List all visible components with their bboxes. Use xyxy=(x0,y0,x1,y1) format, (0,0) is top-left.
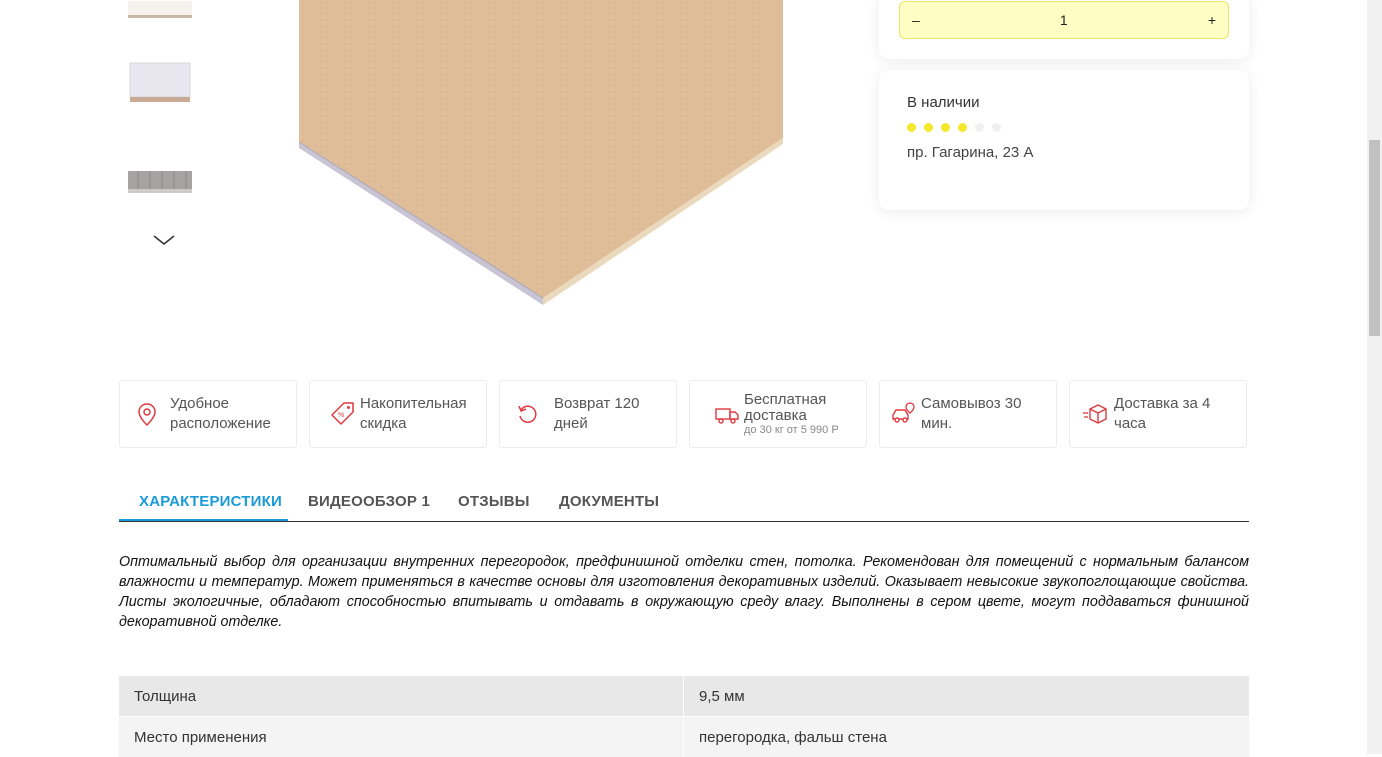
stock-level-dot xyxy=(958,123,967,132)
feature-label: Накопительная скидка xyxy=(360,395,467,432)
thumbnail-image xyxy=(129,62,191,102)
increase-button[interactable]: + xyxy=(1208,12,1216,28)
feature-label: Удобное расположение xyxy=(170,395,271,432)
stock-level-indicator xyxy=(907,123,1001,132)
feature-fast-delivery: Доставка за 4 часа xyxy=(1069,380,1247,448)
feature-free-delivery: Бесплатная доставка до 30 кг от 5 990 Р xyxy=(689,380,867,448)
feature-discount: % Накопительная скидка xyxy=(309,380,487,448)
stock-level-dot xyxy=(924,123,933,132)
scrollbar-thumb[interactable] xyxy=(1369,140,1380,336)
spec-name: Толщина xyxy=(134,687,197,705)
spec-value: перегородка, фальш стена xyxy=(683,717,1249,757)
quantity-value[interactable]: 1 xyxy=(1060,12,1068,28)
thumbnail-1[interactable] xyxy=(119,0,201,22)
store-address[interactable]: пр. Гагарина, 23 А xyxy=(907,144,1033,161)
spec-value: 9,5 мм xyxy=(683,676,1249,716)
tab-reviews[interactable]: ОТЗЫВЫ xyxy=(458,493,530,510)
product-image xyxy=(230,0,850,360)
product-description: Оптимальный выбор для организации внутре… xyxy=(119,554,1249,630)
decrease-button[interactable]: – xyxy=(912,12,920,28)
quantity-stepper: – 1 + xyxy=(899,1,1229,39)
stock-level-dot xyxy=(907,123,916,132)
delivery-truck-icon xyxy=(714,401,740,427)
stock-status: В наличии xyxy=(907,94,980,111)
table-row: Место применения перегородка, фальш стен… xyxy=(119,717,1249,757)
box-delivery-icon xyxy=(1082,401,1108,427)
thumbnail-3[interactable] xyxy=(119,142,201,214)
thumbnail-image xyxy=(128,171,192,193)
feature-label: Возврат 120 дней xyxy=(554,395,640,432)
tab-video-review[interactable]: ВИДЕООБЗОР 1 xyxy=(308,493,430,510)
feature-return: Возврат 120 дней xyxy=(499,380,677,448)
thumbnail-image xyxy=(128,1,192,18)
feature-label: Доставка за 4 часа xyxy=(1114,395,1211,432)
discount-tag-icon: % xyxy=(330,401,356,427)
feature-label: Бесплатная доставка xyxy=(744,390,827,424)
table-row: Толщина 9,5 мм xyxy=(119,676,1249,716)
spec-name: Место применения xyxy=(134,728,267,746)
stock-level-dot xyxy=(992,123,1001,132)
feature-sublabel: до 30 кг от 5 990 Р xyxy=(744,423,839,436)
svg-text:%: % xyxy=(338,412,344,419)
chevron-down-icon[interactable] xyxy=(152,232,176,248)
car-pickup-icon xyxy=(890,401,916,427)
location-pin-icon xyxy=(134,401,160,427)
tab-characteristics[interactable]: ХАРАКТЕРИСТИКИ xyxy=(139,493,282,510)
stock-level-dot xyxy=(941,123,950,132)
return-arrow-icon xyxy=(514,401,540,427)
feature-label: Самовывоз 30 мин. xyxy=(921,395,1022,432)
feature-pickup: Самовывоз 30 мин. xyxy=(879,380,1057,448)
feature-location: Удобное расположение xyxy=(119,380,297,448)
tab-documents[interactable]: ДОКУМЕНТЫ xyxy=(559,493,659,510)
thumbnail-2[interactable] xyxy=(119,48,201,114)
availability-card xyxy=(879,70,1249,210)
scrollbar-track[interactable] xyxy=(1367,0,1382,754)
product-tabs: ХАРАКТЕРИСТИКИ ВИДЕООБЗОР 1 ОТЗЫВЫ ДОКУМ… xyxy=(119,480,1249,522)
active-tab-indicator xyxy=(119,519,288,521)
stock-level-dot xyxy=(975,123,984,132)
